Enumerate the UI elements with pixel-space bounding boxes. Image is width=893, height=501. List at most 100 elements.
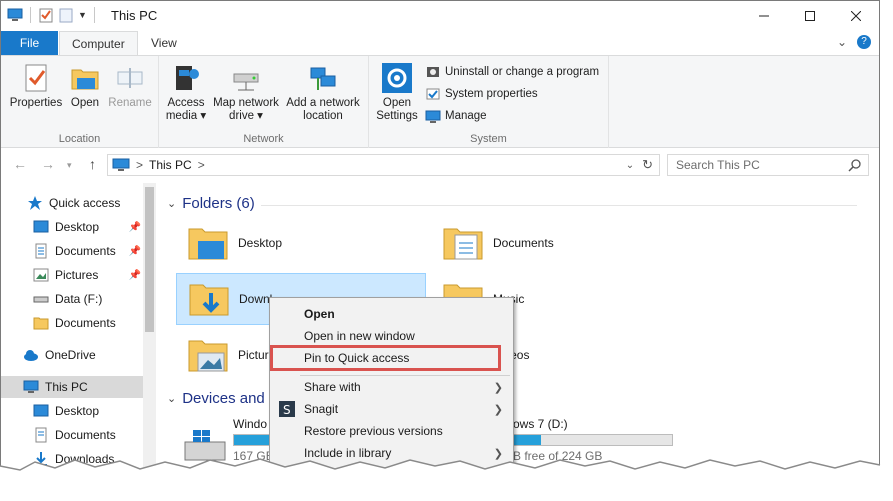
nav-item-pictures[interactable]: Pictures 📌 [1, 264, 143, 286]
properties-icon[interactable] [38, 7, 54, 23]
nav-item-label: OneDrive [45, 348, 96, 362]
drive-usage-bar [513, 434, 673, 446]
search-input[interactable]: Search This PC [667, 154, 869, 176]
quick-access-toolbar: ▼ [7, 7, 98, 23]
properties-icon [25, 64, 47, 92]
pin-icon[interactable]: 📌 [129, 222, 141, 233]
star-icon [28, 196, 42, 210]
nav-item-desktop[interactable]: Desktop 📌 [1, 216, 143, 238]
add-network-location-button[interactable]: Add a network location [283, 62, 363, 123]
address-path[interactable]: This PC [149, 158, 192, 172]
nav-item-pc-documents[interactable]: Documents [1, 424, 143, 446]
search-icon[interactable] [848, 158, 862, 172]
open-label: Open [70, 97, 100, 109]
open-settings-button[interactable]: Open Settings [373, 62, 421, 123]
search-placeholder: Search This PC [676, 158, 760, 172]
devices-header-label: Devices and d [182, 390, 278, 407]
uninstall-program-button[interactable]: Uninstall or change a program [425, 64, 599, 80]
nav-item-pc-desktop[interactable]: Desktop [1, 400, 143, 422]
customize-qat-chevron-icon[interactable]: ▼ [78, 10, 87, 20]
address-dropdown-chevron-icon[interactable]: ⌄ [626, 160, 634, 171]
tab-computer[interactable]: Computer [59, 31, 138, 56]
ribbon-group-network: Access media ▾ Map network drive ▾ Add a… [159, 56, 369, 148]
system-properties-icon [425, 86, 441, 102]
manage-label: Manage [445, 110, 487, 122]
back-arrow-icon[interactable]: ← [13, 156, 27, 172]
scrollbar-thumb[interactable] [145, 187, 154, 332]
svg-text:S: S [283, 403, 291, 417]
pictures-folder-icon [188, 340, 228, 372]
window-title: This PC [111, 8, 158, 23]
open-settings-label-2: Settings [376, 110, 418, 122]
context-menu-share-with[interactable]: Share with ❯ [270, 376, 513, 398]
nav-item-data-drive[interactable]: Data (F:) [1, 288, 143, 310]
folder-label: Desktop [238, 236, 283, 250]
up-arrow-icon[interactable]: ↑ [89, 156, 96, 172]
ribbon-controls: ⌄ ? [837, 35, 871, 49]
nav-item-documents[interactable]: Documents 📌 [1, 240, 143, 262]
tab-view[interactable]: View [139, 31, 189, 55]
context-menu-open-new-window[interactable]: Open in new window [270, 325, 513, 347]
context-menu-snagit[interactable]: S Snagit ❯ [270, 398, 513, 420]
address-separator[interactable]: > [198, 158, 205, 172]
help-icon[interactable]: ? [857, 35, 871, 49]
system-properties-button[interactable]: System properties [425, 86, 538, 102]
nav-item-documents-folder[interactable]: Documents [1, 312, 143, 334]
forward-arrow-icon[interactable]: → [41, 156, 55, 172]
settings-gear-icon [382, 63, 412, 93]
pictures-icon [33, 268, 49, 282]
ribbon-collapse-chevron-icon[interactable]: ⌄ [837, 35, 847, 49]
map-network-drive-label-2: drive ▾ [229, 110, 263, 122]
window-controls [741, 1, 879, 31]
onedrive-cloud-icon [24, 350, 38, 361]
open-button[interactable]: Open [65, 62, 105, 110]
map-network-drive-button[interactable]: Map network drive ▾ [209, 62, 283, 123]
snagit-icon: S [279, 401, 295, 417]
submenu-chevron-right-icon: ❯ [493, 403, 503, 416]
nav-item-label: This PC [45, 380, 88, 394]
rename-button[interactable]: Rename [105, 62, 155, 110]
nav-item-this-pc[interactable]: This PC [1, 376, 143, 398]
chevron-down-icon: ⌄ [167, 393, 177, 405]
drive-name: ows 7 (D:) [513, 417, 568, 431]
maximize-button[interactable] [787, 1, 833, 31]
recent-locations-chevron-icon[interactable]: ▾ [67, 160, 72, 171]
pin-icon[interactable]: 📌 [129, 270, 141, 281]
rename-label: Rename [108, 97, 152, 109]
nav-pane-scrollbar[interactable] [143, 183, 156, 489]
properties-label: Properties [9, 97, 63, 109]
properties-button[interactable]: Properties [7, 62, 65, 110]
this-pc-icon [112, 158, 130, 171]
minimize-button[interactable] [741, 1, 787, 31]
context-menu-restore-previous[interactable]: Restore previous versions [270, 420, 513, 442]
torn-edge-decoration [0, 458, 893, 501]
desktop-folder-icon [188, 228, 228, 260]
pin-icon[interactable]: 📌 [129, 246, 141, 257]
group-label-network: Network [243, 133, 284, 145]
folder-tile-documents[interactable]: Documents [431, 217, 681, 269]
folder-tile-desktop[interactable]: Desktop [176, 217, 426, 269]
tab-file[interactable]: File [1, 31, 58, 55]
access-media-button[interactable]: Access media ▾ [163, 62, 209, 123]
documents-icon [35, 243, 47, 259]
refresh-icon[interactable]: ↻ [642, 157, 653, 173]
address-bar[interactable]: > This PC > ⌄ ↻ [107, 154, 660, 176]
drive-icon [33, 296, 49, 303]
nav-item-label: Documents [55, 316, 116, 330]
uninstall-icon [425, 64, 441, 80]
nav-item-label: Desktop [55, 404, 100, 418]
ribbon-group-location: Properties Open Rename Location [1, 56, 159, 148]
nav-item-label: Quick access [49, 196, 121, 210]
new-folder-icon[interactable] [58, 7, 74, 23]
devices-section-header[interactable]: ⌄ Devices and d [167, 390, 277, 407]
nav-item-label: Documents [55, 244, 116, 258]
nav-item-quick-access[interactable]: Quick access [1, 192, 143, 214]
manage-icon [425, 108, 441, 124]
context-menu-open[interactable]: Open [270, 303, 513, 325]
close-button[interactable] [833, 1, 879, 31]
map-network-drive-label-1: Map network [213, 97, 279, 109]
manage-button[interactable]: Manage [425, 108, 487, 124]
access-media-label-1: Access [167, 97, 205, 109]
nav-item-onedrive[interactable]: OneDrive [1, 344, 143, 366]
folders-section-header[interactable]: ⌄ Folders (6) [167, 195, 255, 212]
